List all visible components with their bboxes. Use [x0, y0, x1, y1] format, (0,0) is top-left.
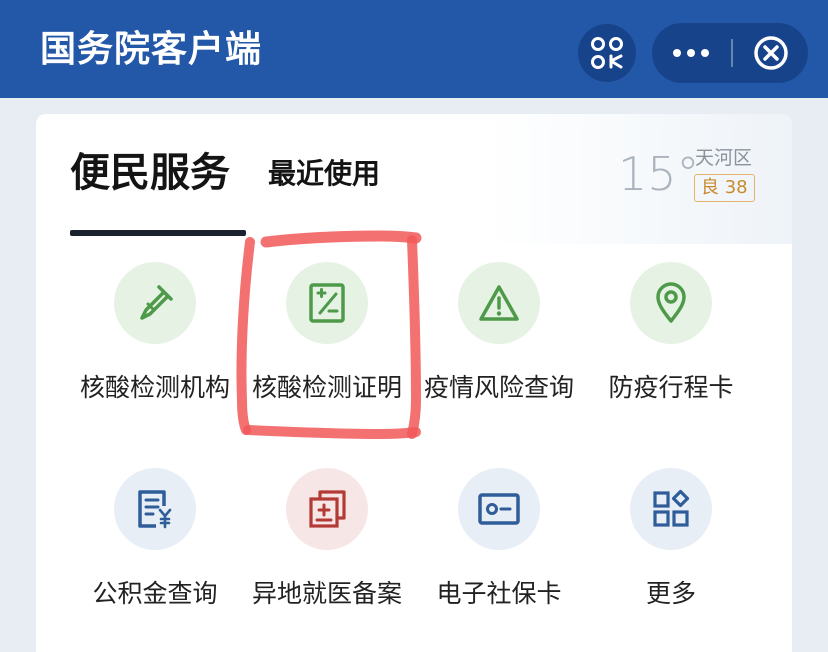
app-title: 国务院客户端 — [40, 29, 263, 70]
fund-document-icon — [138, 490, 172, 529]
service-label: 更多 — [645, 579, 696, 608]
service-label: 公积金查询 — [92, 579, 218, 608]
service-icon-badge — [630, 262, 712, 344]
service-label: 异地就医备案 — [251, 579, 402, 608]
service-icon-badge — [114, 468, 196, 550]
service-item-more[interactable]: 更多 — [585, 468, 757, 652]
active-tab-indicator — [70, 230, 246, 236]
top-bar: 国务院客户端 — [0, 0, 828, 98]
service-icon-badge — [286, 468, 368, 550]
tab-convenience-services[interactable]: 便民服务 — [70, 146, 230, 200]
close-circle-icon — [754, 36, 788, 70]
more-grid-icon — [653, 489, 690, 527]
test-tube-icon — [140, 285, 173, 320]
service-item-social-security-card[interactable]: 电子社保卡 — [413, 468, 585, 652]
scan-code-icon — [591, 37, 623, 69]
service-item-nucleic-test-institutions[interactable]: 核酸检测机构 — [69, 262, 241, 452]
weather-district: 天河区 — [695, 147, 753, 169]
mini-program-capsule — [652, 23, 808, 83]
certificate-icon — [309, 283, 345, 323]
service-item-travel-card[interactable]: 防疫行程卡 — [585, 262, 757, 452]
service-icon-badge — [630, 468, 712, 550]
more-dots-icon — [673, 49, 709, 57]
service-icon-badge — [114, 262, 196, 344]
air-quality-badge: 良 38 — [694, 174, 755, 202]
medical-record-icon — [309, 490, 346, 528]
location-pin-icon — [656, 282, 686, 323]
service-label: 电子社保卡 — [436, 579, 562, 608]
service-label: 核酸检测机构 — [79, 373, 230, 402]
service-card: 便民服务 最近使用 15° 天河区 良 38 核酸检测机构 核酸检测证明 疫情风… — [36, 114, 792, 652]
warning-icon — [479, 285, 519, 321]
service-item-housing-fund-query[interactable]: 公积金查询 — [69, 468, 241, 652]
service-label: 核酸检测证明 — [251, 373, 402, 402]
service-icon-badge — [458, 468, 540, 550]
service-icon-badge — [458, 262, 540, 344]
service-item-remote-medical-filing[interactable]: 异地就医备案 — [241, 468, 413, 652]
close-button[interactable] — [734, 23, 808, 83]
service-label: 疫情风险查询 — [423, 373, 574, 402]
service-item-nucleic-test-certificate[interactable]: 核酸检测证明 — [241, 262, 413, 452]
service-label: 防疫行程卡 — [608, 373, 734, 402]
more-button[interactable] — [652, 23, 730, 83]
tab-recently-used[interactable]: 最近使用 — [268, 154, 380, 194]
scan-button[interactable] — [578, 24, 636, 82]
service-icon-badge — [286, 262, 368, 344]
capsule-divider — [731, 39, 733, 67]
service-item-epidemic-risk-query[interactable]: 疫情风险查询 — [413, 262, 585, 452]
social-card-icon — [478, 493, 520, 525]
temperature: 15° — [618, 147, 700, 201]
